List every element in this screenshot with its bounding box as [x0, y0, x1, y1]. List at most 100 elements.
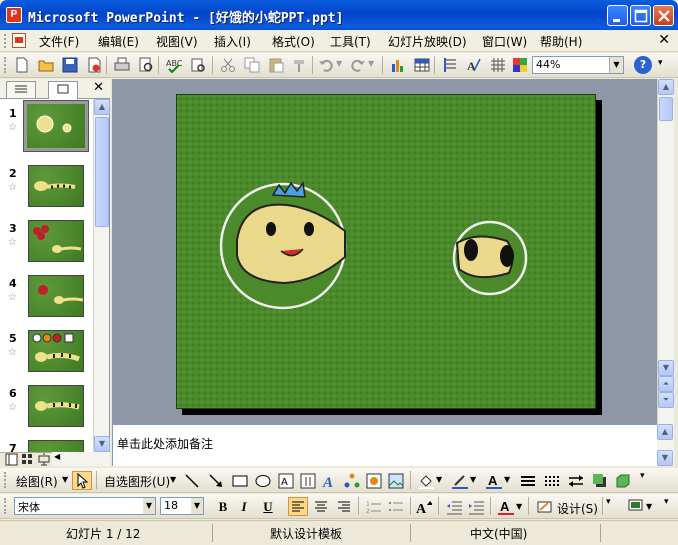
- slide-thumbnail[interactable]: [28, 385, 84, 427]
- menu-edit[interactable]: 编辑(E): [98, 33, 139, 50]
- text-box-icon[interactable]: A: [278, 473, 294, 489]
- slide-thumbnail-row[interactable]: 3 ☆: [0, 220, 94, 270]
- scroll-down-icon[interactable]: ▼: [658, 360, 674, 376]
- line-color-icon[interactable]: [452, 473, 468, 489]
- slide-scrollbar[interactable]: ▲ ▼ ⏶ ⏷: [657, 79, 674, 424]
- font-color-icon[interactable]: A: [486, 473, 502, 489]
- toolbar-options-icon[interactable]: ▾: [640, 471, 645, 481]
- scroll-down-icon[interactable]: ▼: [94, 436, 110, 452]
- chevron-down-icon[interactable]: ▼: [191, 498, 203, 514]
- insert-picture-icon[interactable]: [388, 473, 404, 489]
- dash-style-icon[interactable]: [544, 473, 560, 489]
- print-icon[interactable]: [114, 57, 130, 73]
- scroll-up-icon[interactable]: ▲: [657, 424, 673, 440]
- zoom-select[interactable]: 44% ▼: [532, 56, 624, 74]
- spelling-icon[interactable]: ABC: [166, 57, 182, 73]
- toolbar-options-icon[interactable]: ▾: [658, 58, 663, 68]
- document-icon[interactable]: [12, 33, 26, 48]
- toolbar-grip[interactable]: [4, 57, 7, 73]
- notes-pane[interactable]: 单击此处添加备注: [112, 424, 657, 466]
- show-formatting-icon[interactable]: A: [466, 57, 482, 73]
- tab-slides[interactable]: [48, 81, 78, 99]
- increase-indent-icon[interactable]: [468, 499, 484, 515]
- menu-file[interactable]: 文件(F): [39, 33, 79, 50]
- slide-thumbnail[interactable]: [28, 165, 84, 207]
- new-slide-icon[interactable]: [628, 498, 644, 514]
- font-size-select[interactable]: 18 ▼: [160, 497, 204, 515]
- chevron-down-icon[interactable]: ▼: [436, 475, 442, 484]
- slideshow-view-icon[interactable]: [37, 453, 50, 466]
- print-preview-icon[interactable]: [138, 57, 154, 73]
- bold-button[interactable]: B: [213, 498, 233, 516]
- line-style-icon[interactable]: [520, 473, 536, 489]
- slide-sorter-view-icon[interactable]: [21, 453, 34, 466]
- help-button[interactable]: ?: [634, 56, 652, 74]
- insert-table-icon[interactable]: [414, 57, 430, 73]
- chevron-down-icon[interactable]: ▼: [504, 475, 510, 484]
- font-name-select[interactable]: 宋体 ▼: [14, 497, 156, 515]
- menu-grip[interactable]: [4, 34, 7, 48]
- toolbar-options-icon[interactable]: ▾: [664, 497, 669, 507]
- color-grayscale-icon[interactable]: [512, 57, 528, 73]
- arrow-icon[interactable]: [208, 473, 224, 489]
- scroll-left-icon[interactable]: ◀: [54, 452, 60, 461]
- tab-outline[interactable]: [6, 81, 36, 98]
- close-document-icon[interactable]: ✕: [658, 32, 670, 48]
- insert-chart-icon[interactable]: [390, 57, 406, 73]
- scroll-down-icon[interactable]: ▼: [657, 450, 673, 466]
- design-button[interactable]: 设计(S): [557, 500, 598, 517]
- minimize-button[interactable]: [607, 5, 628, 26]
- close-pane-icon[interactable]: ✕: [93, 80, 104, 95]
- menu-window[interactable]: 窗口(W): [482, 33, 527, 50]
- shadow-style-icon[interactable]: [592, 473, 608, 489]
- menu-slideshow[interactable]: 幻灯片放映(D): [388, 33, 467, 50]
- snake-tail-circle[interactable]: [452, 220, 528, 296]
- diagram-icon[interactable]: [344, 473, 360, 489]
- select-objects-button[interactable]: [72, 471, 92, 490]
- format-painter-icon[interactable]: [292, 57, 308, 73]
- chevron-down-icon[interactable]: ▼: [516, 502, 522, 511]
- scroll-up-icon[interactable]: ▲: [658, 79, 674, 95]
- next-slide-icon[interactable]: ⏷: [658, 392, 674, 408]
- slide-thumbnail[interactable]: [28, 330, 84, 372]
- cut-icon[interactable]: [220, 57, 236, 73]
- 3d-style-icon[interactable]: [615, 473, 631, 489]
- snake-head-circle[interactable]: [219, 181, 347, 310]
- align-left-icon[interactable]: [288, 497, 308, 516]
- redo-icon[interactable]: [350, 57, 366, 73]
- slide-thumbnail-row[interactable]: 1 ☆: [0, 100, 94, 155]
- slide-thumbnail-row[interactable]: 6 ☆: [0, 385, 94, 435]
- current-slide[interactable]: [176, 94, 596, 409]
- chevron-down-icon[interactable]: ▼: [609, 57, 623, 73]
- menu-view[interactable]: 视图(V): [156, 33, 198, 50]
- oval-icon[interactable]: [255, 473, 271, 489]
- vertical-text-box-icon[interactable]: [300, 473, 316, 489]
- toolbar-grip[interactable]: [4, 498, 7, 514]
- bullets-icon[interactable]: [388, 499, 404, 515]
- arrow-style-icon[interactable]: [568, 473, 584, 489]
- open-icon[interactable]: [38, 57, 54, 73]
- slides-pane-hscroll[interactable]: ◀: [52, 452, 110, 466]
- underline-button[interactable]: U: [258, 498, 278, 516]
- normal-view-icon[interactable]: [5, 453, 18, 466]
- scroll-thumb[interactable]: [659, 97, 673, 121]
- line-icon[interactable]: [184, 473, 200, 489]
- redo-dropdown-icon[interactable]: ▼: [368, 59, 374, 68]
- slide-thumbnail-row[interactable]: 2 ☆: [0, 165, 94, 215]
- scroll-thumb[interactable]: [95, 117, 109, 227]
- chevron-down-icon[interactable]: ▼: [646, 502, 652, 511]
- maximize-button[interactable]: [630, 5, 651, 26]
- menu-tools[interactable]: 工具(T): [330, 33, 371, 50]
- rectangle-icon[interactable]: [232, 473, 248, 489]
- menu-insert[interactable]: 插入(I): [214, 33, 251, 50]
- menu-help[interactable]: 帮助(H): [540, 33, 582, 50]
- expand-all-icon[interactable]: [442, 57, 458, 73]
- wordart-icon[interactable]: A: [322, 473, 338, 489]
- new-icon[interactable]: [14, 57, 30, 73]
- slide-thumbnail[interactable]: [23, 100, 89, 152]
- italic-button[interactable]: I: [234, 498, 254, 516]
- font-color-icon[interactable]: A: [498, 499, 514, 515]
- slide-thumbnail-row[interactable]: 5 ☆: [0, 330, 94, 380]
- research-icon[interactable]: [190, 57, 206, 73]
- notes-scrollbar[interactable]: ▲ ▼: [657, 424, 674, 466]
